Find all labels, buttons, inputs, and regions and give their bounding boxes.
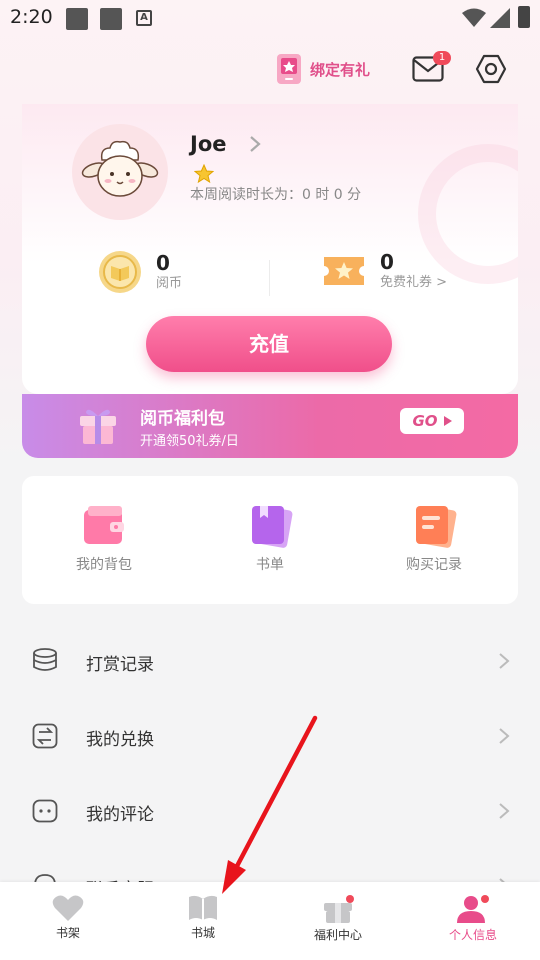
mail-badge: 1 [433,51,451,65]
bind-gift-button[interactable]: 绑定有礼 [276,52,370,86]
menu-item-my-exchange[interactable]: 我的兑换 [0,699,540,774]
status-time: 2:20 [10,6,53,28]
star-level-icon [194,164,214,184]
battery-icon [518,6,530,28]
ticket-label: 免费礼券 > [380,275,448,290]
stat-divider [269,260,270,296]
nav-item-bookstore[interactable]: 书城 [153,894,253,941]
status-bar: 2:20 A [0,0,540,38]
notification-square-icon [100,8,122,30]
wallet-icon [84,506,124,544]
phone-gift-icon [277,54,301,84]
go-label: GO [412,412,438,430]
chevron-right-icon [499,728,510,744]
profile-card: Joe 本周阅读时长为：0 时 0 分 0 阅币 0 免费礼券 > 充值 [22,104,518,394]
menu-label: 打赏记录 [86,655,154,675]
menu-item-my-comments[interactable]: 我的评论 [0,774,540,849]
quick-action-label: 我的背包 [76,557,132,573]
nav-item-welfare-center[interactable]: 福利中心 [288,894,388,943]
welfare-title: 阅币福利包 [140,409,225,429]
quick-actions-card: 我的背包 书单 购买记录 [22,476,518,604]
username[interactable]: Joe [190,132,226,156]
a-notification-icon: A [136,10,152,26]
quick-action-label: 购买记录 [406,557,462,573]
wifi-icon [462,8,486,27]
coin-label: 阅币 [156,276,183,291]
coin-stack-icon [33,648,57,671]
chevron-right-icon [499,653,510,669]
bind-gift-label: 绑定有礼 [310,60,371,79]
nav-label: 个人信息 [448,928,497,942]
nav-label: 福利中心 [313,928,362,942]
exchange-icon [32,723,58,749]
quick-action-purchase-record[interactable]: 购买记录 [374,504,494,574]
gift-box-icon [80,409,116,444]
menu-item-reward-record[interactable]: 打赏记录 [0,624,540,699]
purchase-record-icon [416,506,457,548]
sheep-avatar-icon [81,140,159,197]
comment-icon [32,799,58,823]
booklist-icon [252,506,293,548]
coin-balance[interactable]: 0 阅币 [98,250,182,294]
welfare-banner[interactable]: 阅币福利包 开通领50礼券/日 GO [22,394,518,458]
quick-action-label: 书单 [256,557,284,573]
weekly-read-time: 本周阅读时长为：0 时 0 分 [190,187,362,203]
coin-value: 0 [156,251,170,275]
notification-square-icon [66,8,88,30]
ticket-value: 0 [380,250,394,274]
gift-icon [324,895,354,923]
book-icon [189,895,217,920]
nav-label: 书架 [55,926,80,940]
nav-label: 书城 [190,926,215,940]
go-button[interactable]: GO [400,408,464,434]
recharge-button[interactable]: 充值 [146,316,392,372]
welfare-subtitle: 开通领50礼券/日 [140,434,239,449]
menu-label: 我的评论 [86,805,154,825]
settings-icon[interactable] [474,52,508,86]
quick-action-backpack[interactable]: 我的背包 [44,504,164,574]
nav-item-personal-info[interactable]: 个人信息 [423,894,523,943]
play-triangle-icon [443,416,452,426]
chevron-right-icon [499,803,510,819]
coin-icon [99,251,141,293]
avatar[interactable] [72,124,168,220]
ticket-icon [324,257,364,285]
quick-action-booklist[interactable]: 书单 [210,504,330,574]
bottom-nav: 书架 书城 福利中心 个人信息 [0,882,540,960]
nav-item-bookshelf[interactable]: 书架 [18,894,118,941]
heart-icon [52,895,84,921]
menu-label: 我的兑换 [86,730,154,750]
free-ticket-balance[interactable]: 0 免费礼券 > [322,250,447,292]
chevron-right-icon[interactable] [248,134,262,154]
person-icon [457,895,489,923]
signal-icon [490,8,510,28]
